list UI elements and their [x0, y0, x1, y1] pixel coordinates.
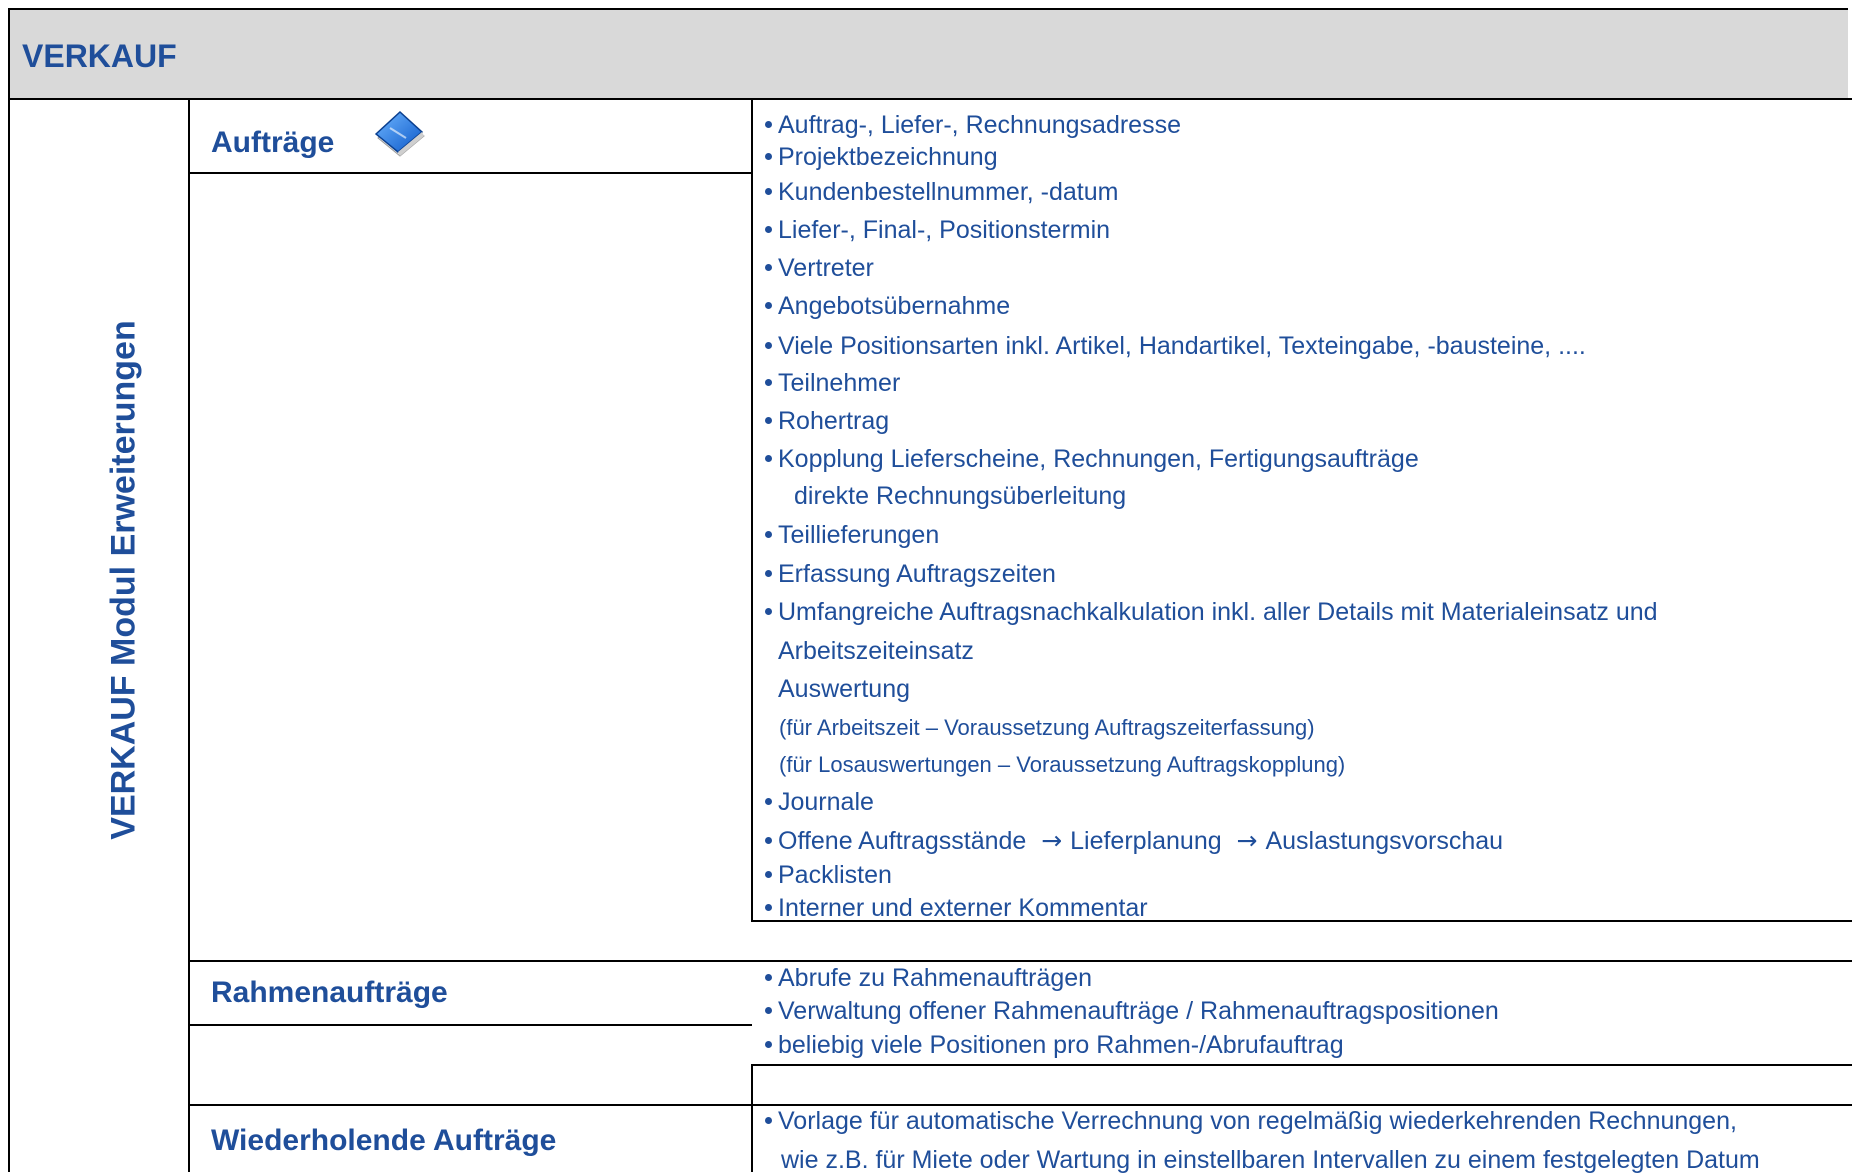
section-title-auftraege: Aufträge: [211, 126, 335, 159]
side-title: VERKAUF Modul Erweiterungen: [104, 320, 143, 840]
list-item: Erfassung Auftragszeiten: [765, 559, 1056, 589]
list-item: Viele Positionsarten inkl. Artikel, Hand…: [765, 331, 1586, 361]
arrow-right-icon: →: [1033, 826, 1071, 855]
divider: [188, 1024, 752, 1026]
list-item: Teillieferungen: [765, 520, 939, 550]
list-item: Vorlage für automatische Verrechnung von…: [765, 1106, 1737, 1136]
list-item: Packlisten: [765, 860, 892, 890]
list-item: beliebig viele Positionen pro Rahmen-/Ab…: [765, 1030, 1344, 1060]
divider: [8, 98, 10, 1172]
list-item: Interner und externer Kommentar: [765, 893, 1148, 923]
divider: [8, 98, 1852, 100]
divider: [751, 1066, 753, 1172]
list-item-continuation: Arbeitszeiteinsatz: [778, 637, 974, 665]
list-item: Kundenbestellnummer, -datum: [765, 177, 1118, 207]
list-item-note: (für Arbeitszeit – Voraussetzung Auftrag…: [779, 715, 1315, 740]
divider: [751, 1064, 1852, 1066]
divider: [188, 960, 1852, 962]
list-item-continuation: Auswertung: [778, 675, 911, 703]
list-item-note: (für Losauswertungen – Voraussetzung Auf…: [779, 752, 1346, 777]
list-item: Vertreter: [765, 253, 874, 283]
divider: [751, 98, 753, 922]
divider: [188, 98, 190, 1172]
list-item: Verwaltung offener Rahmenaufträge / Rahm…: [765, 996, 1499, 1026]
section-header: [8, 8, 1848, 98]
list-item: Umfangreiche Auftragsnachkalkulation ink…: [765, 597, 1658, 627]
divider: [188, 172, 752, 174]
page-title: VERKAUF: [22, 38, 177, 74]
section-title-wiederholende-auftraege: Wiederholende Aufträge: [211, 1124, 557, 1157]
list-item: Teilnehmer: [765, 368, 900, 398]
list-item-continuation: wie z.B. für Miete oder Wartung in einst…: [781, 1146, 1760, 1174]
book-icon: [374, 110, 425, 157]
list-item: Offene Auftragsstände → Lieferplanung → …: [765, 826, 1503, 856]
list-item: Journale: [765, 787, 874, 817]
list-item: Rohertrag: [765, 406, 889, 436]
arrow-right-icon: →: [1228, 826, 1266, 855]
list-item: Auftrag-, Liefer-, Rechnungsadresse: [765, 110, 1181, 140]
section-title-rahmenauftraege: Rahmenaufträge: [211, 976, 448, 1009]
list-item: Kopplung Lieferscheine, Rechnungen, Fert…: [765, 444, 1419, 474]
list-item: Projektbezeichnung: [765, 142, 998, 172]
list-item: Angebotsübernahme: [765, 291, 1010, 321]
list-item: Abrufe zu Rahmenaufträgen: [765, 963, 1092, 993]
list-item-continuation: direkte Rechnungsüberleitung: [794, 482, 1127, 510]
list-item: Liefer-, Final-, Positionstermin: [765, 215, 1110, 245]
